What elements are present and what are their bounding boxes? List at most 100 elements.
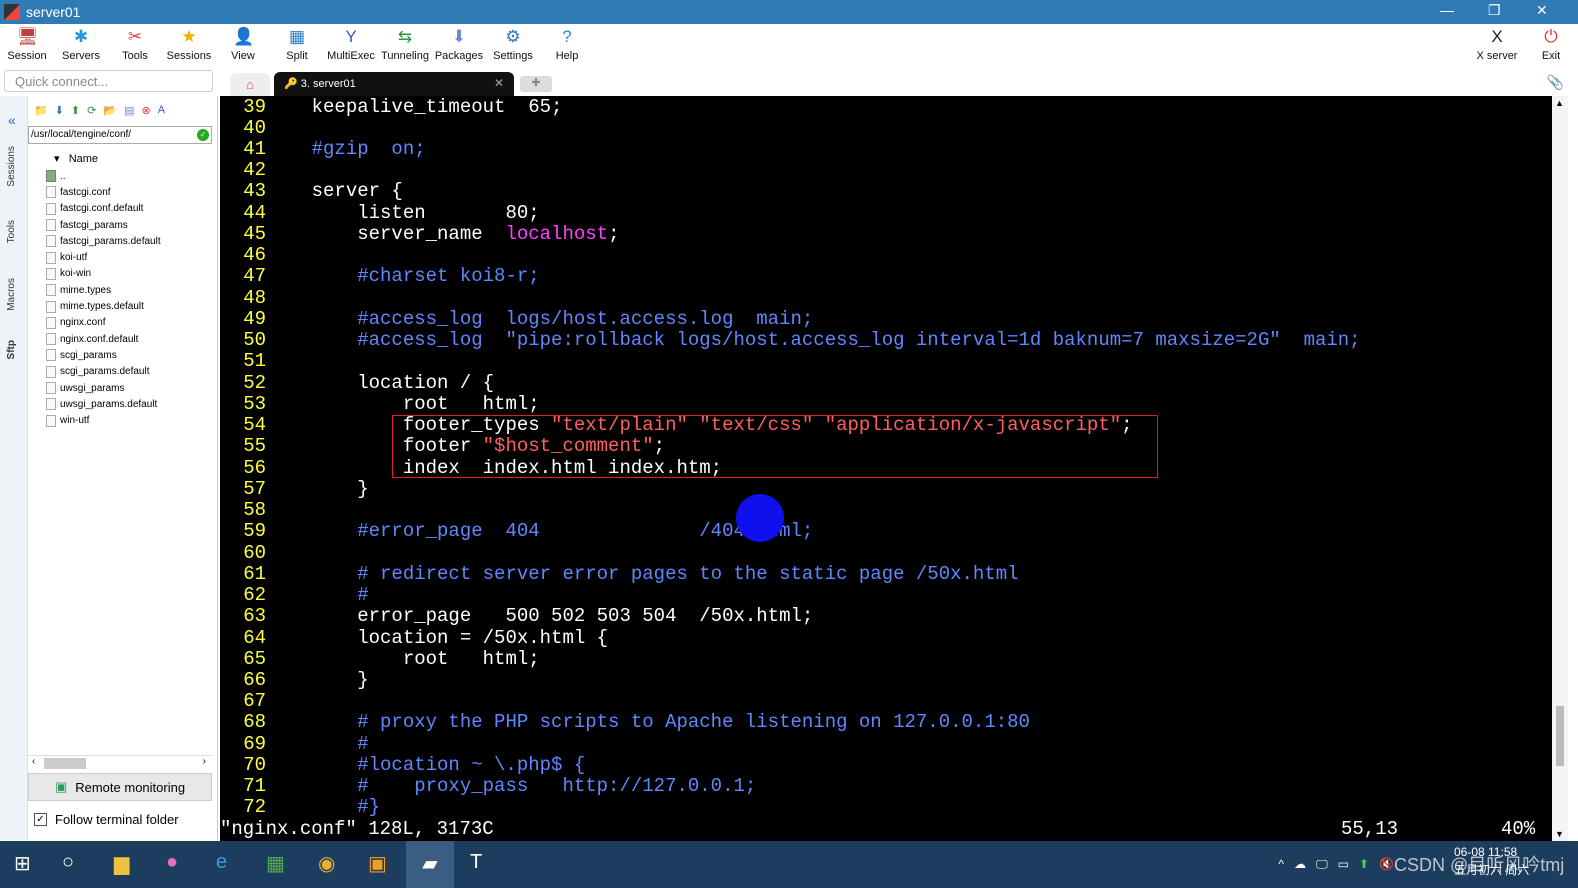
side-tab-sftp[interactable]: Sftp bbox=[6, 340, 17, 359]
file-item[interactable]: fastcgi_params bbox=[46, 217, 161, 233]
close-tab-icon[interactable]: ✕ bbox=[494, 76, 504, 90]
close-button[interactable]: ✕ bbox=[1536, 2, 1548, 19]
horizontal-scrollbar[interactable]: ‹ › bbox=[28, 755, 212, 771]
line-number: 59 bbox=[243, 520, 266, 543]
tab-server01[interactable]: 🔑 3. server01 ✕ bbox=[274, 72, 514, 96]
side-tab-tools[interactable]: Tools bbox=[6, 220, 17, 243]
line-number: 61 bbox=[243, 562, 266, 585]
exit-button[interactable]: ⏻ Exit bbox=[1524, 24, 1578, 68]
file-item[interactable]: fastcgi.conf.default bbox=[46, 201, 161, 217]
file-item[interactable]: uwsgi_params.default bbox=[46, 396, 161, 412]
collapse-icon[interactable]: « bbox=[8, 112, 16, 128]
code-token: root html; bbox=[266, 392, 540, 415]
clock[interactable]: 06-08 11:58 五月初六 周六 CSDN @目听风吟tmj bbox=[1394, 845, 1564, 879]
file-item[interactable]: mime.types bbox=[46, 282, 161, 298]
typora-icon[interactable]: T bbox=[470, 851, 482, 874]
code-line: 69 # bbox=[220, 733, 368, 755]
refresh-icon[interactable]: ⟳ bbox=[87, 104, 96, 117]
attachment-icon[interactable]: 📎 bbox=[1547, 74, 1564, 91]
line-number: 58 bbox=[243, 499, 266, 522]
toolbar-multiexec-button[interactable]: Y MultiExec bbox=[324, 24, 378, 68]
file-explorer-icon[interactable]: ▆ bbox=[114, 851, 129, 876]
file-item[interactable]: nginx.conf bbox=[46, 315, 161, 331]
file-item[interactable]: nginx.conf.default bbox=[46, 331, 161, 347]
path-text: /usr/local/tengine/conf/ bbox=[31, 129, 132, 140]
file-item[interactable]: .. bbox=[46, 168, 161, 184]
remote-monitoring-button[interactable]: ▣ Remote monitoring bbox=[28, 773, 212, 801]
toolbar-session-button[interactable]: 🖥 Session bbox=[0, 24, 54, 68]
minimize-button[interactable]: — bbox=[1440, 2, 1454, 18]
code-line: 45 server_name localhost; bbox=[220, 223, 619, 245]
toolbar-tools-button[interactable]: ✂ Tools bbox=[108, 24, 162, 68]
sftp-path-input[interactable]: /usr/local/tengine/conf/ ✓ bbox=[28, 126, 212, 144]
toolbar-tunneling-button[interactable]: ⇆ Tunneling bbox=[378, 24, 432, 68]
chevron-up-icon[interactable]: ^ bbox=[1278, 857, 1284, 871]
new-tab-button[interactable]: ✚ bbox=[520, 76, 552, 92]
volume-muted-icon[interactable]: 🔇 bbox=[1379, 857, 1394, 871]
quick-connect-input[interactable]: Quick connect... bbox=[4, 70, 213, 92]
file-item[interactable]: scgi_params.default bbox=[46, 364, 161, 380]
toolbar-label: Settings bbox=[493, 50, 533, 62]
file-item[interactable]: koi-utf bbox=[46, 249, 161, 265]
new-folder-icon[interactable]: 📂 bbox=[103, 104, 117, 117]
session-icon: 🖥 bbox=[17, 27, 39, 46]
search-icon[interactable]: ○ bbox=[62, 851, 74, 874]
app-icon-window[interactable]: ▣ bbox=[368, 851, 387, 876]
chrome-icon[interactable]: ◉ bbox=[318, 851, 335, 876]
file-name: scgi_params bbox=[60, 349, 117, 361]
toolbar-split-button[interactable]: ▦ Split bbox=[270, 24, 324, 68]
edge-icon[interactable]: e bbox=[216, 851, 227, 874]
follow-terminal-folder-checkbox[interactable]: ✓ Follow terminal folder bbox=[34, 812, 179, 827]
follow-label: Follow terminal folder bbox=[55, 812, 179, 827]
delete-icon[interactable]: ⊗ bbox=[141, 104, 150, 117]
file-item[interactable]: fastcgi_params.default bbox=[46, 233, 161, 249]
restore-button[interactable]: ❐ bbox=[1488, 2, 1501, 19]
code-line: 46 bbox=[220, 244, 266, 266]
start-icon[interactable]: ⊞ bbox=[14, 851, 31, 876]
upload-icon[interactable]: ⬆ bbox=[71, 104, 80, 117]
terminal-scrollbar[interactable]: ▲ ▼ bbox=[1552, 96, 1568, 841]
toolbar-sessions-button[interactable]: ★ Sessions bbox=[162, 24, 216, 68]
file-item[interactable]: koi-win bbox=[46, 266, 161, 282]
network-icon[interactable]: 🖵 bbox=[1316, 857, 1328, 872]
side-tab-macros[interactable]: Macros bbox=[6, 278, 17, 311]
toolbar-settings-button[interactable]: ⚙ Settings bbox=[486, 24, 540, 68]
battery-icon[interactable]: ▭ bbox=[1338, 857, 1349, 871]
file-item[interactable]: uwsgi_params bbox=[46, 380, 161, 396]
code-token: } bbox=[266, 477, 369, 500]
mobaxterm-taskbar-icon[interactable]: ▰ bbox=[406, 841, 454, 888]
code-token: #location ~ \.php$ { bbox=[266, 753, 586, 776]
window-title: server01 bbox=[26, 4, 81, 20]
file-item[interactable]: win-utf bbox=[46, 412, 161, 428]
x-server-button[interactable]: X X server bbox=[1470, 24, 1524, 68]
code-line: 66 } bbox=[220, 669, 368, 691]
tools-icon: ✂ bbox=[127, 27, 143, 46]
rename-icon[interactable]: A bbox=[158, 104, 165, 117]
file-icon bbox=[46, 349, 56, 362]
code-token: #access_log logs/host.access.log main; bbox=[266, 307, 814, 330]
app-icon-color[interactable]: ● bbox=[166, 851, 178, 874]
toolbar-servers-button[interactable]: ✱ Servers bbox=[54, 24, 108, 68]
file-item[interactable]: scgi_params bbox=[46, 347, 161, 363]
code-token: #access_log "pipe:rollback logs/host.acc… bbox=[266, 329, 1361, 352]
download-icon[interactable]: ⬇ bbox=[55, 104, 64, 117]
terminal[interactable]: 39 keepalive_timeout 65; 40 41 #gzip on; 42… bbox=[220, 96, 1552, 841]
file-item[interactable]: mime.types.default bbox=[46, 298, 161, 314]
weather-icon[interactable]: ☁ bbox=[1294, 857, 1306, 871]
code-token: # proxy_pass http://127.0.0.1; bbox=[266, 775, 757, 798]
new-file-icon[interactable]: ▤ bbox=[124, 104, 134, 117]
home-tab[interactable]: ⌂ bbox=[230, 73, 270, 96]
folder-up-icon[interactable]: 📁 bbox=[34, 104, 48, 117]
highlight-box bbox=[392, 415, 1158, 478]
toolbar-packages-button[interactable]: ⬇ Packages bbox=[432, 24, 486, 68]
file-item[interactable]: fastcgi.conf bbox=[46, 184, 161, 200]
line-number: 39 bbox=[243, 96, 266, 118]
toolbar-help-button[interactable]: ? Help bbox=[540, 24, 594, 68]
toolbar-view-button[interactable]: 👤 View bbox=[216, 24, 270, 68]
update-icon[interactable]: ⬆ bbox=[1359, 857, 1369, 871]
name-column-header[interactable]: ▾ Name bbox=[54, 152, 98, 165]
app-icon-chart[interactable]: ▦ bbox=[266, 851, 285, 876]
side-tab-sessions[interactable]: Sessions bbox=[6, 146, 17, 187]
code-line: 70 #location ~ \.php$ { bbox=[220, 753, 586, 776]
code-line: 72 #} bbox=[220, 797, 380, 818]
